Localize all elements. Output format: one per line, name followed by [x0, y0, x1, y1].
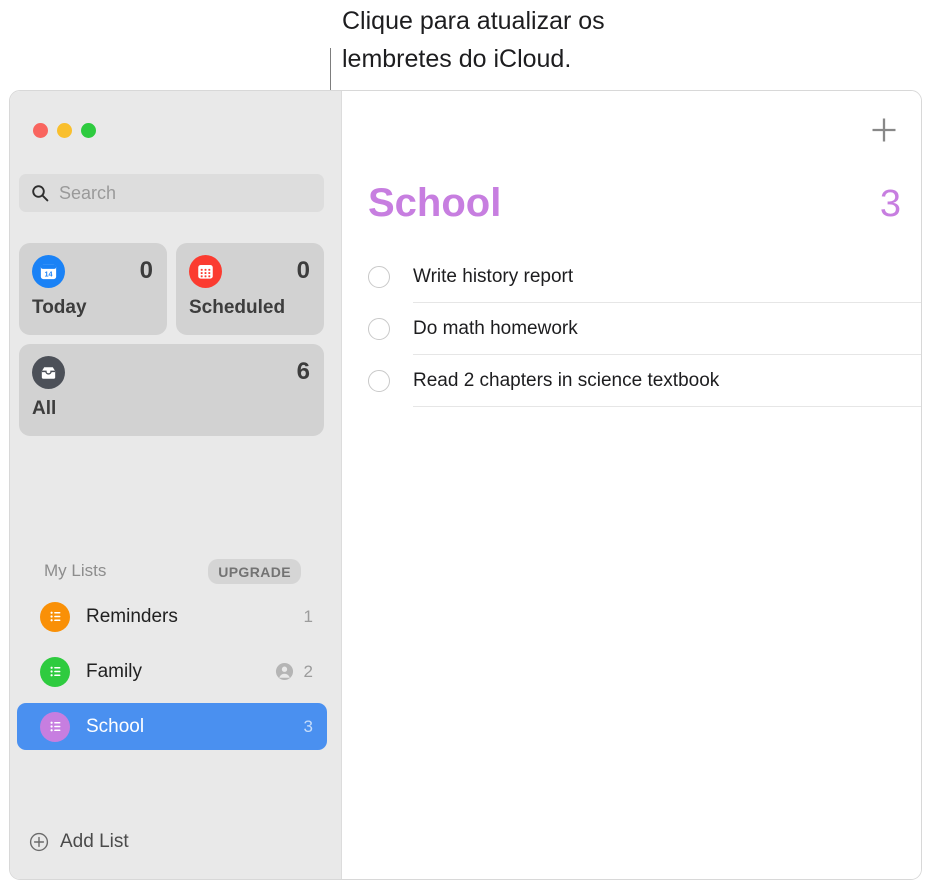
- list-icon: [40, 711, 70, 742]
- add-list-label: Add List: [60, 831, 129, 852]
- search-placeholder: Search: [59, 182, 117, 203]
- inbox-tray-icon: [32, 356, 65, 389]
- callout-text: Clique para atualizar os lembretes do iC…: [342, 7, 605, 73]
- smart-tile-scheduled[interactable]: 0 Scheduled: [176, 243, 324, 335]
- smart-tile-today-count: 0: [139, 257, 153, 284]
- list-count: 2: [303, 661, 313, 681]
- my-lists-title: My Lists: [44, 561, 107, 580]
- list-icon: [40, 656, 70, 687]
- reminders-window: Search 14 0 Today 0 Scheduled 6 All My L…: [9, 90, 922, 880]
- smart-tile-today[interactable]: 14 0 Today: [19, 243, 167, 335]
- list-count: 3: [303, 716, 313, 736]
- reminder-text: Do math homework: [413, 318, 578, 339]
- sidebar: Search 14 0 Today 0 Scheduled 6 All My L…: [10, 91, 342, 879]
- calendar-grid-icon: [189, 255, 222, 288]
- smart-tile-scheduled-label: Scheduled: [189, 297, 286, 318]
- reminder-checkbox[interactable]: [368, 370, 390, 392]
- reminder-text: Read 2 chapters in science textbook: [413, 370, 720, 391]
- list-row-family[interactable]: Family 2: [17, 648, 327, 695]
- smart-list-tiles: 14 0 Today 0 Scheduled 6 All: [19, 243, 324, 436]
- smart-tile-all-count: 6: [296, 358, 310, 385]
- search-input[interactable]: Search: [19, 174, 324, 212]
- list-header: School 3: [368, 181, 901, 226]
- close-button[interactable]: [33, 123, 48, 138]
- window-controls: [33, 123, 96, 138]
- reminder-row[interactable]: Write history report: [368, 251, 921, 303]
- add-reminder-button[interactable]: [869, 115, 899, 145]
- zoom-button[interactable]: [81, 123, 96, 138]
- minimize-button[interactable]: [57, 123, 72, 138]
- shared-person-icon: [275, 662, 294, 681]
- my-lists-header: My Lists UPGRADE: [19, 553, 324, 589]
- calendar-day-icon: 14: [32, 255, 65, 288]
- add-list-button[interactable]: Add List: [29, 831, 129, 853]
- reminder-row[interactable]: Do math homework: [368, 303, 921, 355]
- reminder-checkbox[interactable]: [368, 266, 390, 288]
- content-pane: School 3 Write history report Do math ho…: [342, 91, 921, 879]
- list-name: School: [86, 715, 145, 737]
- smart-tile-scheduled-count: 0: [296, 257, 310, 284]
- reminder-list: Write history report Do math homework Re…: [368, 251, 921, 407]
- reminder-text: Write history report: [413, 266, 574, 287]
- reminder-row[interactable]: Read 2 chapters in science textbook: [368, 355, 921, 407]
- smart-tile-today-label: Today: [32, 297, 87, 318]
- reminder-checkbox[interactable]: [368, 318, 390, 340]
- list-total-count: 3: [879, 183, 901, 225]
- smart-tile-all[interactable]: 6 All: [19, 344, 324, 436]
- plus-circle-icon: [29, 832, 49, 852]
- search-icon: [31, 184, 49, 202]
- page-title: School: [368, 181, 502, 225]
- today-date-number: 14: [44, 270, 52, 279]
- list-count: 1: [303, 606, 313, 626]
- list-row-school[interactable]: School 3: [17, 703, 327, 750]
- list-icon: [40, 601, 70, 632]
- list-name: Family: [86, 660, 142, 682]
- list-collection: Reminders 1 Family 2 School 3: [17, 593, 327, 758]
- upgrade-button[interactable]: UPGRADE: [208, 558, 301, 584]
- smart-tile-all-label: All: [32, 398, 57, 419]
- list-name: Reminders: [86, 605, 178, 627]
- list-row-reminders[interactable]: Reminders 1: [17, 593, 327, 640]
